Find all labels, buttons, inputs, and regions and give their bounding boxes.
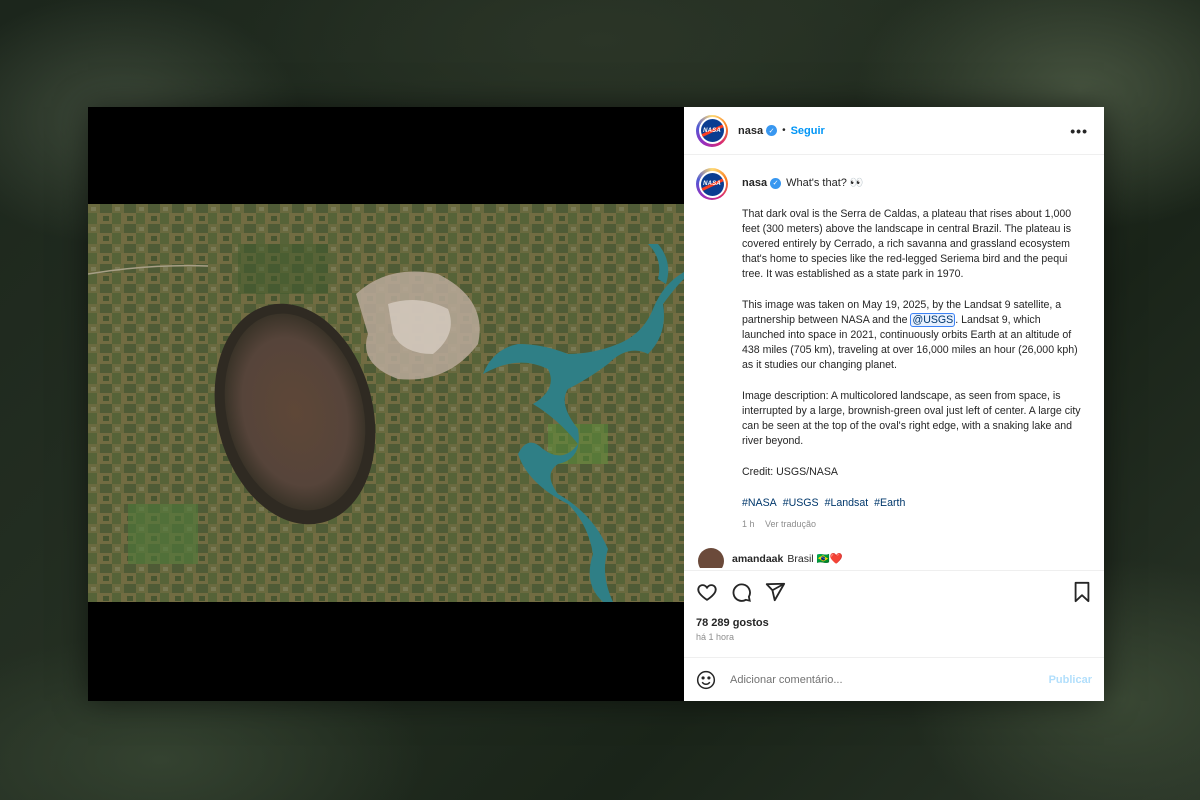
caption-meta: 1 h Ver tradução	[742, 517, 1082, 532]
add-comment-bar: Publicar	[684, 657, 1104, 701]
commenter-avatar[interactable]	[698, 548, 724, 568]
nasa-logo-icon: NASA	[700, 172, 724, 196]
caption-paragraph: This image was taken on May 19, 2025, by…	[742, 299, 1078, 371]
username[interactable]: nasa	[738, 125, 763, 137]
hashtag-link[interactable]: #Landsat	[825, 497, 869, 509]
caption-username[interactable]: nasa	[742, 176, 767, 191]
caption-body: nasa ✓ What's that? 👀 That dark oval is …	[742, 168, 1082, 532]
commenter-username[interactable]: amandaak	[732, 553, 783, 565]
separator-dot: •	[782, 125, 786, 136]
post-time: há 1 hora	[696, 632, 735, 642]
translate-link[interactable]: Ver tradução	[765, 519, 816, 529]
nasa-logo-icon: NASA	[700, 119, 724, 142]
comment-text: amandaak Brasil 🇧🇷❤️	[732, 552, 843, 565]
caption-time: 1 h	[742, 519, 755, 529]
comment-icon[interactable]	[730, 581, 752, 603]
post-side-panel: NASA nasa ✓ • Seguir ••• NASA nasa ✓ Wha…	[684, 107, 1104, 701]
follow-button[interactable]: Seguir	[791, 125, 825, 137]
publish-button[interactable]: Publicar	[1049, 674, 1092, 686]
caption-paragraph: That dark oval is the Serra de Caldas, a…	[742, 208, 1072, 280]
hashtag-link[interactable]: #USGS	[783, 497, 819, 509]
mention-link[interactable]: @USGS	[910, 313, 956, 327]
caption-avatar[interactable]: NASA	[696, 168, 728, 200]
comments-section[interactable]: NASA nasa ✓ What's that? 👀 That dark ova…	[684, 156, 1104, 570]
emoji-icon[interactable]	[696, 670, 716, 690]
heart-icon[interactable]	[696, 581, 718, 603]
hashtag-link[interactable]: #Earth	[874, 497, 905, 509]
likes-count[interactable]: 78 289 gostos	[696, 617, 1092, 629]
hashtag-link[interactable]: #NASA	[742, 497, 777, 509]
bookmark-icon[interactable]	[1072, 581, 1092, 603]
more-options-icon[interactable]: •••	[1070, 123, 1092, 139]
action-bar: 78 289 gostos há 1 hora	[684, 570, 1104, 642]
hashtags: #NASA #USGS #Landsat #Earth	[742, 496, 1082, 511]
avatar[interactable]: NASA	[696, 114, 728, 147]
post-header: NASA nasa ✓ • Seguir •••	[684, 107, 1104, 155]
caption: NASA nasa ✓ What's that? 👀 That dark ova…	[696, 168, 1088, 532]
comment-input[interactable]	[728, 672, 1049, 687]
satellite-image[interactable]	[88, 204, 684, 602]
share-icon[interactable]	[764, 581, 786, 603]
verified-icon: ✓	[766, 125, 778, 136]
caption-paragraph: Image description: A multicolored landsc…	[742, 390, 1081, 447]
caption-credit: Credit: USGS/NASA	[742, 466, 838, 478]
caption-title: What's that? 👀	[786, 177, 864, 189]
post-media	[88, 107, 684, 701]
comment-item: amandaak Brasil 🇧🇷❤️	[696, 544, 1088, 568]
verified-icon: ✓	[770, 178, 782, 189]
post-modal: NASA nasa ✓ • Seguir ••• NASA nasa ✓ Wha…	[88, 107, 1104, 701]
